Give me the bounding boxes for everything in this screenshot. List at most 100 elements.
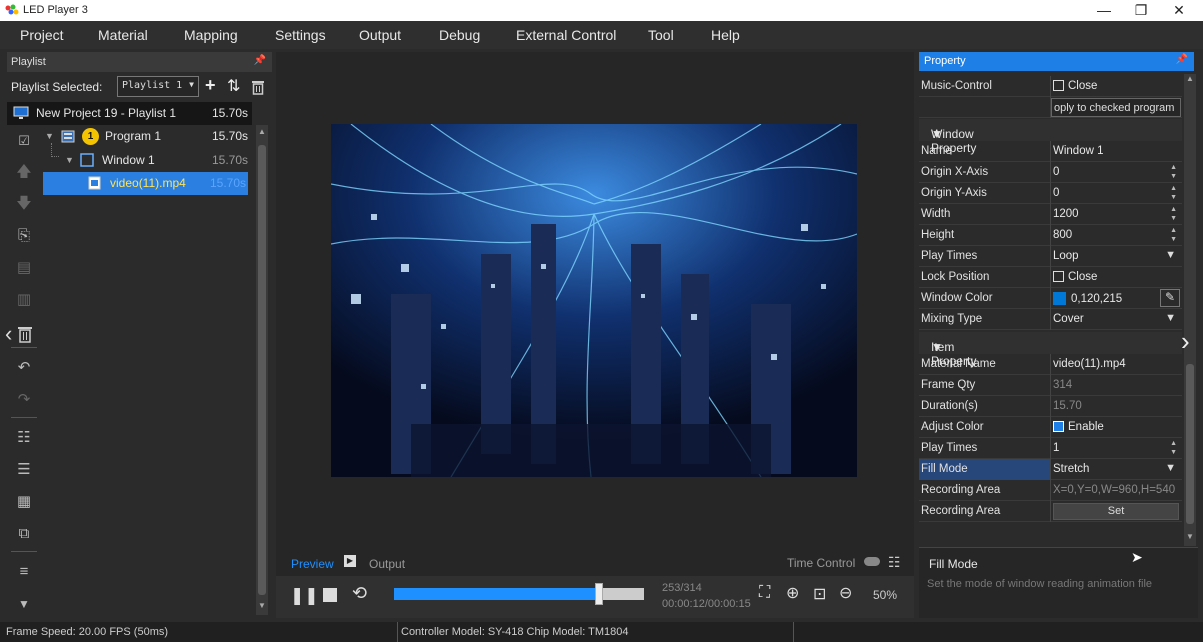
menu-mapping[interactable]: Mapping: [184, 27, 238, 43]
music-control-checkbox[interactable]: [1053, 80, 1064, 91]
redo-icon[interactable]: ↷: [13, 389, 35, 411]
time-settings-icon[interactable]: ☷: [888, 554, 901, 571]
collapse-icon[interactable]: ▼: [65, 149, 74, 172]
time-control-toggle[interactable]: [864, 557, 880, 566]
lock-position-checkbox[interactable]: [1053, 271, 1064, 282]
checklist-icon[interactable]: ☑: [13, 130, 35, 152]
list-sort-icon[interactable]: ≡: [13, 561, 35, 583]
loop-button[interactable]: ⟲: [352, 583, 367, 604]
clone-icon[interactable]: ▥: [13, 289, 35, 311]
list-grid-icon[interactable]: ▦: [13, 491, 35, 513]
spinner-icon[interactable]: ▲ ▼: [1170, 439, 1177, 457]
scroll-up-icon[interactable]: ▲: [1186, 74, 1194, 83]
prop-value: video(11).mp4: [1053, 358, 1126, 370]
prop-row-adjust-color[interactable]: Adjust Color Enable: [919, 417, 1182, 438]
set-recording-area-button[interactable]: Set: [1053, 503, 1179, 520]
scroll-up-icon[interactable]: ▲: [258, 127, 266, 136]
prop-row-name[interactable]: Name Window 1: [919, 141, 1182, 162]
tab-preview[interactable]: Preview: [291, 557, 334, 571]
window-property-section[interactable]: ▼ Window Property: [919, 119, 1182, 155]
menu-external-control[interactable]: External Control: [516, 27, 616, 43]
expand-right-icon[interactable]: ›: [1181, 326, 1190, 357]
pin-icon[interactable]: 📌: [1176, 54, 1188, 65]
add-playlist-icon[interactable]: +: [205, 75, 216, 96]
prop-row-lock-position[interactable]: Lock Position Close: [919, 267, 1182, 288]
tab-output[interactable]: Output: [369, 557, 405, 571]
close-button[interactable]: ✕: [1160, 0, 1198, 21]
prop-row-fill-mode[interactable]: Fill Mode Stretch ▼: [919, 459, 1182, 480]
tree-project-row[interactable]: New Project 19 - Playlist 1 15.70s: [7, 102, 252, 125]
color-swatch[interactable]: [1053, 292, 1066, 305]
minimize-button[interactable]: —: [1085, 0, 1123, 21]
actual-size-icon[interactable]: ⊡: [813, 584, 826, 604]
scroll-thumb[interactable]: [1186, 364, 1194, 524]
sort-icon[interactable]: ⇅: [227, 76, 240, 96]
paste-icon[interactable]: ▤: [13, 257, 35, 279]
delete-playlist-icon[interactable]: [251, 79, 265, 95]
trash-icon[interactable]: [17, 325, 33, 343]
menu-debug[interactable]: Debug: [439, 27, 480, 43]
prop-row-window-color[interactable]: Window Color 0,120,215 ✎: [919, 288, 1182, 309]
scroll-down-icon[interactable]: ▼: [1186, 532, 1194, 541]
zoom-in-icon[interactable]: ⊕: [786, 583, 799, 603]
adjust-color-checkbox[interactable]: [1053, 421, 1064, 432]
edit-color-icon[interactable]: ✎: [1160, 289, 1180, 307]
tree-window-row[interactable]: ▼ Window 1 15.70s: [41, 143, 252, 172]
menu-settings[interactable]: Settings: [275, 27, 326, 43]
prop-row-play-times[interactable]: Play Times Loop ▼: [919, 246, 1182, 267]
play-preview-icon[interactable]: ▶: [344, 555, 356, 567]
help-text: Set the mode of window reading animation…: [927, 578, 1153, 590]
playback-progress-track[interactable]: [394, 583, 644, 605]
prop-row-recording-area-set[interactable]: Recording Area Set: [919, 501, 1182, 522]
spinner-icon[interactable]: ▲ ▼: [1170, 226, 1177, 244]
chevron-down-icon[interactable]: ▼: [1165, 312, 1176, 324]
copy-icon[interactable]: ⎘: [13, 225, 35, 247]
spinner-icon[interactable]: ▲ ▼: [1170, 184, 1177, 202]
prop-row-width[interactable]: Width 1200 ▲ ▼: [919, 204, 1182, 225]
prop-row-mixing-type[interactable]: Mixing Type Cover ▼: [919, 309, 1182, 330]
pause-button[interactable]: ❚❚: [290, 586, 319, 606]
maximize-button[interactable]: ❐: [1122, 0, 1160, 21]
apply-to-checked-button[interactable]: oply to checked program: [1051, 98, 1181, 117]
list-edit-icon[interactable]: ☰: [13, 459, 35, 481]
prop-value: Close: [1068, 271, 1098, 283]
prop-row-item-play-times[interactable]: Play Times 1 ▲ ▼: [919, 438, 1182, 459]
list-settings-icon[interactable]: ☷: [13, 427, 35, 449]
item-property-section[interactable]: ▼ Item Property: [919, 332, 1182, 368]
spinner-icon[interactable]: ▲ ▼: [1170, 163, 1177, 181]
controller-info: Controller Model: SY-418 Chip Model: TM1…: [401, 626, 629, 638]
tree-video-row[interactable]: video(11).mp4 15.70s: [43, 172, 248, 195]
tree-program-row[interactable]: ▼ 1 Program 1 15.70s: [41, 125, 252, 148]
title-bar: LED Player 3 — ❐ ✕: [0, 0, 1203, 21]
stop-button[interactable]: [323, 588, 337, 602]
spinner-icon[interactable]: ▲ ▼: [1170, 205, 1177, 223]
menu-output[interactable]: Output: [359, 27, 401, 43]
fit-zoom-icon[interactable]: ⛶: [759, 584, 770, 602]
prop-value: Enable: [1068, 421, 1104, 433]
scroll-down-icon[interactable]: ▼: [258, 601, 266, 610]
prop-row-material-name[interactable]: Material Name video(11).mp4: [919, 354, 1182, 375]
menu-project[interactable]: Project: [20, 27, 64, 43]
menu-tool[interactable]: Tool: [648, 27, 674, 43]
prop-row-music-control[interactable]: Music-Control Close: [919, 76, 1182, 97]
pin-icon[interactable]: 📌: [254, 55, 266, 66]
playlist-scrollbar[interactable]: ▲ ▼: [256, 125, 268, 615]
prop-row-origin-x[interactable]: Origin X-Axis 0 ▲ ▼: [919, 162, 1182, 183]
chevron-down-icon[interactable]: ▼: [1165, 249, 1176, 261]
collapse-panel-icon[interactable]: ‹: [5, 321, 12, 347]
prop-row-origin-y[interactable]: Origin Y-Axis 0 ▲ ▼: [919, 183, 1182, 204]
property-scrollbar[interactable]: ▲ ▼: [1184, 74, 1196, 546]
playlist-select[interactable]: Playlist 1 ▼: [117, 76, 199, 97]
move-up-icon[interactable]: 🡅: [13, 161, 35, 183]
move-down-icon[interactable]: 🡇: [13, 193, 35, 215]
chevron-down-icon[interactable]: ▼: [1165, 462, 1176, 474]
list-timer-icon[interactable]: ⧉: [13, 523, 35, 545]
menu-material[interactable]: Material: [98, 27, 148, 43]
menu-help[interactable]: Help: [711, 27, 740, 43]
zoom-out-icon[interactable]: ⊖: [839, 583, 852, 603]
prop-row-height[interactable]: Height 800 ▲ ▼: [919, 225, 1182, 246]
undo-icon[interactable]: ↶: [13, 357, 35, 379]
expand-down-icon[interactable]: ▼: [13, 593, 35, 615]
scroll-thumb[interactable]: [258, 145, 266, 595]
playback-thumb[interactable]: [595, 583, 603, 605]
